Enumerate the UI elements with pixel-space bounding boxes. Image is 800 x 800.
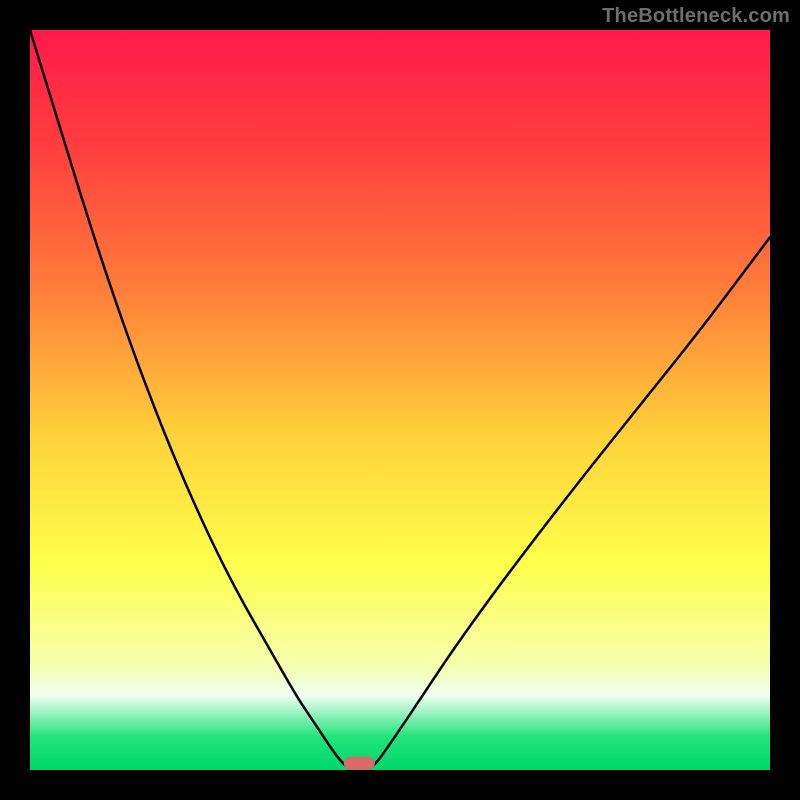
- chart-frame: TheBottleneck.com: [0, 0, 800, 800]
- plot-area: [30, 30, 770, 770]
- marker-layer: [344, 757, 375, 770]
- watermark-text: TheBottleneck.com: [602, 5, 790, 28]
- bottleneck-chart: [30, 30, 770, 770]
- gradient-background: [30, 30, 770, 770]
- bottleneck-marker: [344, 757, 375, 770]
